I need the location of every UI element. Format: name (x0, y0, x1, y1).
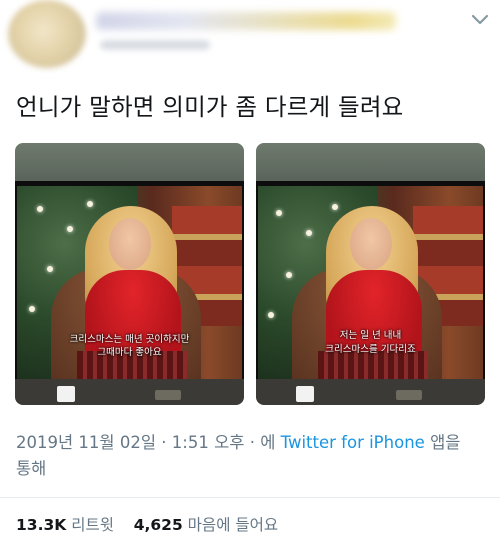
tweet-date[interactable]: 2019년 11월 02일 (16, 433, 156, 452)
tweet-photo-1[interactable]: 크리스마스는 매년 곳이하지만 그때마다 좋아요 (15, 143, 244, 405)
tweet-time[interactable]: 1:51 오후 (172, 433, 245, 452)
subtitle-line: 크리스마스를 기다리죠 (325, 344, 416, 355)
likes-count: 4,625 (133, 516, 183, 534)
likes-label: 마음에 들어요 (187, 516, 279, 534)
meta-separator: · (249, 433, 255, 452)
tweet-photo-2[interactable]: 저는 일 년 내내 크리스마스를 기다리죠 (256, 143, 485, 405)
subtitle-line: 크리스마스는 매년 곳이하지만 (69, 334, 190, 345)
tv-screen: 저는 일 년 내내 크리스마스를 기다리죠 (258, 186, 483, 379)
author-name-redacted[interactable] (96, 12, 396, 30)
subtitle-line: 그때마다 좋아요 (97, 347, 162, 358)
tweet-meta: 2019년 11월 02일 · 1:51 오후 · 에 Twitter for … (16, 430, 486, 482)
stand-item (155, 390, 181, 400)
retweet-stat[interactable]: 13.3K 리트윗 (16, 516, 114, 534)
via-prefix: 에 (260, 433, 276, 452)
photo-wall (15, 143, 244, 183)
via-suffix: 앱을 (430, 433, 461, 452)
via-suffix: 통해 (16, 459, 47, 478)
mug (57, 386, 75, 402)
retweets-count: 13.3K (16, 516, 67, 534)
divider (0, 497, 500, 498)
tv-stand (15, 379, 244, 405)
mug (296, 386, 314, 402)
tv-screen: 크리스마스는 매년 곳이하지만 그때마다 좋아요 (17, 186, 242, 379)
chevron-down-icon[interactable] (468, 10, 492, 30)
tweet-text: 언니가 말하면 의미가 좀 다르게 들려요 (16, 93, 404, 121)
photo-wall (256, 143, 485, 183)
tweet-stats: 13.3K 리트윗 4,625 마음에 들어요 (16, 513, 278, 535)
subtitle-line: 저는 일 년 내내 (339, 330, 402, 341)
tv-stand (256, 379, 485, 405)
author-handle-redacted (100, 40, 210, 50)
like-stat[interactable]: 4,625 마음에 들어요 (134, 516, 278, 534)
stand-item (396, 390, 422, 400)
avatar[interactable] (8, 0, 86, 68)
source-link[interactable]: Twitter for iPhone (281, 433, 425, 452)
meta-separator: · (161, 433, 167, 452)
retweets-label: 리트윗 (71, 516, 114, 534)
